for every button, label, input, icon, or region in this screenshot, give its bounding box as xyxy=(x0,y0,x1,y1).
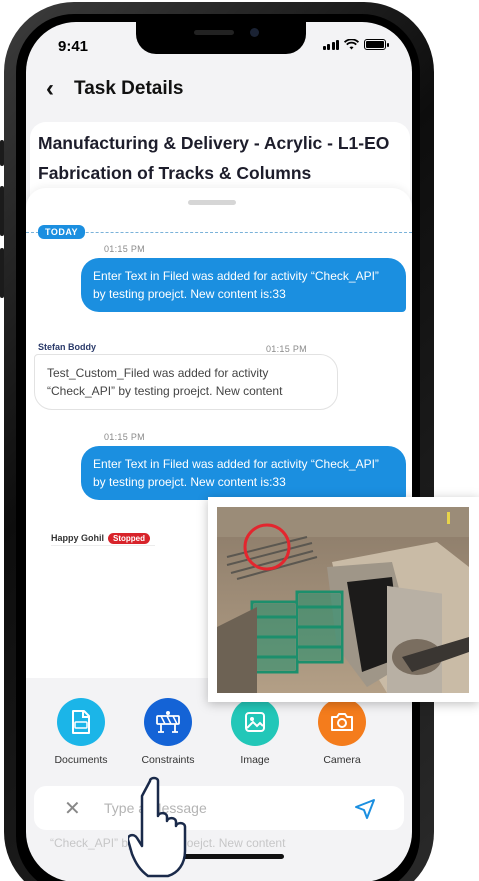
message-underline xyxy=(51,545,155,546)
wifi-icon xyxy=(344,39,359,50)
outgoing-message: Enter Text in Filed was added for activi… xyxy=(81,258,406,312)
close-icon[interactable]: ✕ xyxy=(64,796,81,821)
nav-bar: ‹ Task Details xyxy=(40,77,184,101)
message-time: 01:15 PM xyxy=(104,244,145,254)
signal-icon xyxy=(322,40,339,50)
image-label: Image xyxy=(240,754,270,766)
document-icon xyxy=(57,698,105,746)
task-title: Manufacturing & Delivery - Acrylic - L1-… xyxy=(38,133,390,183)
page-title: Task Details xyxy=(74,78,184,99)
pointing-hand-icon xyxy=(128,776,187,878)
speaker-grille xyxy=(194,30,234,35)
sender-name: Happy Gohil xyxy=(51,533,105,543)
status-icons xyxy=(322,39,389,50)
status-time: 9:41 xyxy=(58,38,89,55)
image-icon xyxy=(231,698,279,746)
image-action[interactable]: Image xyxy=(210,698,300,766)
message-time: 01:15 PM xyxy=(104,432,145,442)
sender-row: Happy Gohil Stopped xyxy=(51,533,151,544)
notch xyxy=(136,22,306,54)
battery-icon xyxy=(364,39,389,50)
camera-icon xyxy=(318,698,366,746)
phone-mockup-stage: 9:41 ‹ Task Details Manufacturing & Deli… xyxy=(0,0,479,881)
constraints-action[interactable]: Constraints xyxy=(123,698,213,766)
phone-screen: 9:41 ‹ Task Details Manufacturing & Deli… xyxy=(26,22,412,881)
sender-name: Stefan Boddy xyxy=(38,342,97,352)
send-icon[interactable] xyxy=(354,798,376,820)
status-badge: Stopped xyxy=(108,533,151,544)
back-chevron-icon[interactable]: ‹ xyxy=(40,77,60,101)
camera-action[interactable]: Camera xyxy=(297,698,387,766)
front-camera xyxy=(250,28,259,37)
outgoing-message: Enter Text in Filed was added for activi… xyxy=(81,446,406,500)
construction-photo-image xyxy=(217,507,469,693)
message-composer: ✕ xyxy=(34,786,404,830)
date-badge: TODAY xyxy=(38,225,86,239)
message-time: 01:15 PM xyxy=(266,344,307,354)
camera-label: Camera xyxy=(323,754,361,766)
constraints-label: Constraints xyxy=(141,754,195,766)
construction-site-photo xyxy=(208,497,479,702)
barrier-icon xyxy=(144,698,192,746)
documents-label: Documents xyxy=(54,754,108,766)
incoming-message: Test_Custom_Filed was added for activity… xyxy=(34,354,338,410)
documents-action[interactable]: Documents xyxy=(36,698,126,766)
sheet-drag-handle[interactable] xyxy=(188,200,236,205)
